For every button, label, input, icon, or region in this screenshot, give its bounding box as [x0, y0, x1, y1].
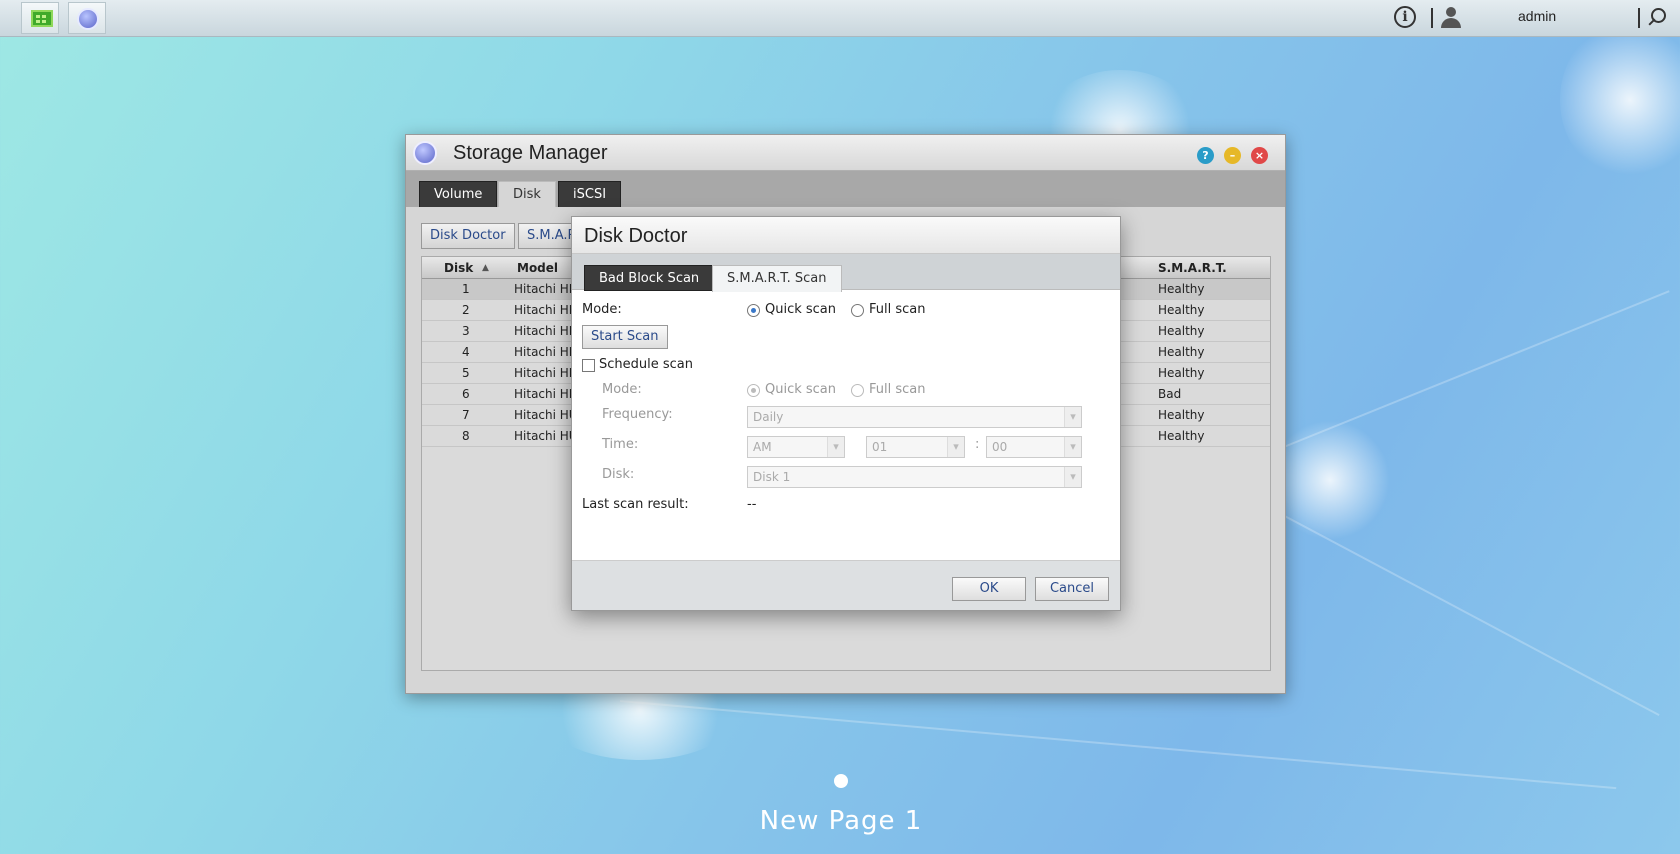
disk-doctor-button[interactable]: Disk Doctor — [421, 223, 515, 249]
dialog-footer: OK Cancel — [572, 560, 1120, 610]
disk-doctor-dialog: Disk Doctor Bad Block Scan S.M.A.R.T. Sc… — [571, 216, 1121, 611]
cell-disk: 8 — [462, 429, 470, 443]
quick-scan-radio[interactable] — [747, 304, 760, 317]
tab-smart-scan[interactable]: S.M.A.R.T. Scan — [712, 265, 842, 292]
window-title: Storage Manager — [453, 142, 608, 164]
help-icon[interactable]: ? — [1197, 147, 1214, 164]
control-panel-icon — [31, 10, 53, 27]
cell-model: Hitachi HD — [514, 282, 579, 296]
schedule-scan-checkbox[interactable] — [582, 359, 595, 372]
last-scan-result-label: Last scan result: — [582, 497, 689, 512]
hour-select: 01 — [866, 436, 965, 458]
cell-model: Hitachi HD — [514, 387, 579, 401]
minute-select: 00 — [986, 436, 1082, 458]
cancel-button[interactable]: Cancel — [1035, 577, 1109, 601]
cell-smart: Healthy — [1158, 324, 1205, 338]
cell-smart: Healthy — [1158, 303, 1205, 317]
separator — [1431, 8, 1433, 28]
column-smart[interactable]: S.M.A.R.T. — [1158, 261, 1227, 275]
schedule-scan-label[interactable]: Schedule scan — [599, 357, 693, 372]
cell-smart: Healthy — [1158, 345, 1205, 359]
quick-scan-label[interactable]: Quick scan — [765, 302, 836, 317]
tab-volume[interactable]: Volume — [419, 181, 498, 207]
cell-smart: Healthy — [1158, 282, 1205, 296]
schedule-full-scan-label: Full scan — [869, 382, 926, 397]
desktop: { "taskbar": { "apps": [ {"name": "contr… — [0, 0, 1680, 854]
background-glow — [1560, 20, 1680, 180]
dialog-titlebar[interactable]: Disk Doctor — [572, 217, 1120, 254]
cell-model: Hitachi HU — [514, 408, 578, 422]
dialog-body: Mode: Quick scan Full scan Start Scan Sc… — [572, 290, 1120, 560]
background-line — [619, 700, 1617, 790]
storage-manager-icon — [77, 8, 99, 30]
cell-disk: 1 — [462, 282, 470, 296]
column-disk[interactable]: Disk — [444, 261, 473, 275]
schedule-quick-scan-label: Quick scan — [765, 382, 837, 397]
tab-bad-block-scan[interactable]: Bad Block Scan — [584, 265, 715, 291]
cell-disk: 6 — [462, 387, 470, 401]
username[interactable]: admin — [1518, 8, 1556, 24]
separator — [1638, 8, 1640, 28]
tab-disk[interactable]: Disk — [498, 181, 556, 207]
full-scan-radio[interactable] — [851, 304, 864, 317]
cell-smart: Healthy — [1158, 429, 1205, 443]
schedule-quick-scan-radio — [747, 384, 760, 397]
time-separator: : — [975, 437, 980, 452]
dialog-title: Disk Doctor — [584, 225, 688, 247]
user-icon[interactable] — [1440, 6, 1462, 28]
time-label: Time: — [602, 437, 639, 452]
cell-disk: 4 — [462, 345, 470, 359]
ok-button[interactable]: OK — [952, 577, 1026, 601]
cell-disk: 7 — [462, 408, 470, 422]
cell-model: Hitachi HD — [514, 345, 579, 359]
sort-ascending-icon: ▲ — [482, 263, 489, 273]
info-icon[interactable]: i — [1394, 6, 1416, 28]
desktop-page-name: New Page 1 — [759, 806, 923, 836]
schedule-full-scan-radio — [851, 384, 864, 397]
column-model[interactable]: Model — [517, 261, 558, 275]
cell-disk: 5 — [462, 366, 470, 380]
minimize-icon[interactable]: – — [1224, 147, 1241, 164]
disk-select: Disk 1 — [747, 466, 1082, 488]
cell-smart: Bad — [1158, 387, 1182, 401]
cell-smart: Healthy — [1158, 408, 1205, 422]
frequency-label: Frequency: — [602, 407, 673, 422]
cell-model: Hitachi HU — [514, 429, 578, 443]
close-icon[interactable]: × — [1251, 147, 1268, 164]
page-indicator-dot[interactable] — [834, 774, 848, 788]
cell-disk: 3 — [462, 324, 470, 338]
cell-smart: Healthy — [1158, 366, 1205, 380]
background-glow — [1270, 420, 1390, 540]
start-scan-button[interactable]: Start Scan — [582, 325, 668, 349]
mode-label: Mode: — [582, 302, 622, 317]
full-scan-label[interactable]: Full scan — [869, 302, 926, 317]
taskbar-app-storage-manager[interactable] — [68, 2, 106, 34]
search-icon[interactable] — [1647, 8, 1667, 28]
ampm-select: AM — [747, 436, 845, 458]
cell-model: Hitachi HD — [514, 324, 579, 338]
cell-model: Hitachi HD — [514, 303, 579, 317]
window-tabs: Volume Disk iSCSI — [406, 171, 1285, 207]
schedule-mode-label: Mode: — [602, 382, 642, 397]
tab-iscsi[interactable]: iSCSI — [558, 181, 622, 207]
storage-manager-icon — [413, 141, 437, 165]
last-scan-result-value: -- — [747, 497, 757, 512]
taskbar: i admin — [0, 0, 1680, 37]
cell-model: Hitachi HD — [514, 366, 579, 380]
disk-label: Disk: — [602, 467, 635, 482]
taskbar-app-control-panel[interactable] — [21, 2, 59, 34]
cell-disk: 2 — [462, 303, 470, 317]
frequency-select: Daily — [747, 406, 1082, 428]
window-titlebar[interactable]: Storage Manager ? – × — [406, 135, 1285, 171]
dialog-tabs: Bad Block Scan S.M.A.R.T. Scan — [572, 254, 1120, 292]
